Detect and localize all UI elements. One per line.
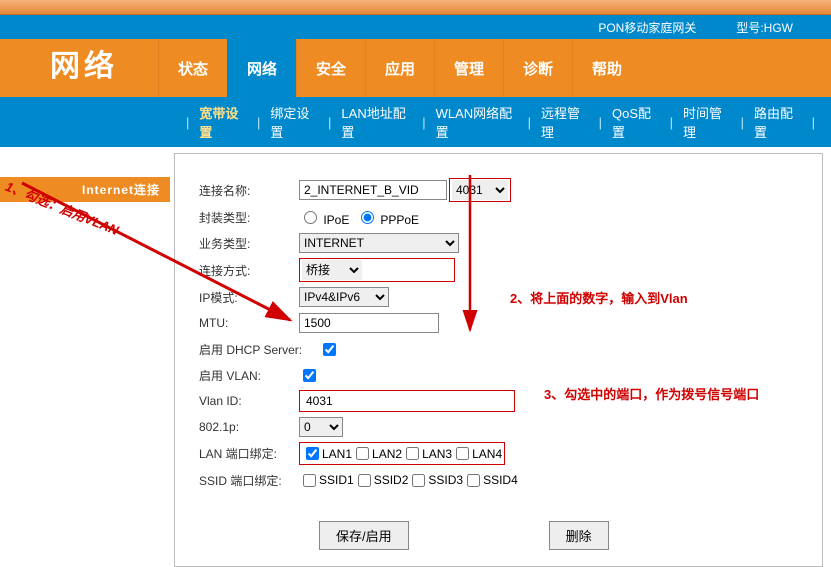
sub-nav: | 宽带设置| 绑定设置| LAN地址配置| WLAN网络配置| 远程管理| Q…: [0, 97, 831, 147]
radio-pppoe[interactable]: [361, 211, 374, 224]
subnav-time[interactable]: 时间管理: [683, 103, 731, 141]
lan1-text: LAN1: [322, 447, 352, 461]
label-biz: 业务类型:: [199, 235, 299, 252]
label-dot1p: 802.1p:: [199, 420, 299, 434]
save-button[interactable]: 保存/启用: [319, 521, 409, 550]
ssid2-text: SSID2: [374, 473, 409, 487]
label-mtu: MTU:: [199, 316, 299, 330]
ssid3-checkbox[interactable]: [412, 474, 425, 487]
radio-ipoe[interactable]: [304, 211, 317, 224]
tab-label: 状态: [178, 58, 208, 79]
device-title: PON移动家庭网关: [598, 19, 696, 36]
ssid4-text: SSID4: [483, 473, 518, 487]
tab-label: 帮助: [592, 58, 622, 79]
radio-ipoe-wrap[interactable]: IPoE: [299, 208, 349, 227]
label-dhcp: 启用 DHCP Server:: [199, 341, 319, 358]
radio-pppoe-wrap[interactable]: PPPoE: [356, 208, 419, 227]
top-info-bar: PON移动家庭网关 型号:HGW: [0, 15, 831, 39]
label-vlan-enable: 启用 VLAN:: [199, 367, 299, 384]
ssid4-checkbox[interactable]: [467, 474, 480, 487]
subnav-bind[interactable]: 绑定设置: [270, 103, 318, 141]
lan1-checkbox[interactable]: [306, 447, 319, 460]
mode-select[interactable]: 桥接: [302, 260, 362, 280]
mtu-input[interactable]: [299, 313, 439, 333]
tab-label: 应用: [385, 58, 415, 79]
ipmode-select[interactable]: IPv4&IPv6: [299, 287, 389, 307]
subnav-wlan[interactable]: WLAN网络配置: [436, 103, 518, 141]
delete-button[interactable]: 删除: [549, 521, 609, 550]
subnav-broadband[interactable]: 宽带设置: [199, 103, 247, 141]
label-encaps: 封装类型:: [199, 209, 299, 226]
label-conn-name: 连接名称:: [199, 182, 299, 199]
label-vlan-id: Vlan ID:: [199, 394, 299, 408]
tab-label: 安全: [316, 58, 346, 79]
conn-name-input[interactable]: [299, 180, 447, 200]
tab-label: 网络: [247, 58, 277, 79]
vlan-enable-checkbox[interactable]: [303, 369, 316, 382]
lan3-checkbox[interactable]: [406, 447, 419, 460]
side-tab-internet[interactable]: Internet连接: [0, 177, 170, 202]
tab-status[interactable]: 状态: [158, 39, 227, 97]
ssid1-checkbox[interactable]: [303, 474, 316, 487]
ssid1-text: SSID1: [319, 473, 354, 487]
subnav-qos[interactable]: QoS配置: [612, 103, 660, 141]
tab-label: 诊断: [523, 58, 553, 79]
main-nav: 网络 状态 网络 安全 应用 管理 诊断 帮助: [0, 39, 831, 97]
form-panel: 连接名称: 4031 封装类型: IPoE PPPoE 业务类型: INTERN…: [174, 153, 823, 567]
ssid3-text: SSID3: [428, 473, 463, 487]
dhcp-checkbox[interactable]: [323, 343, 336, 356]
vlan-id-input[interactable]: [302, 392, 430, 410]
label-ssid-bind: SSID 端口绑定:: [199, 472, 299, 489]
tab-security[interactable]: 安全: [296, 39, 365, 97]
tab-app[interactable]: 应用: [365, 39, 434, 97]
subnav-lan[interactable]: LAN地址配置: [341, 103, 412, 141]
conn-name-suffix-select[interactable]: 4031: [452, 180, 508, 200]
label-ipmode: IP模式:: [199, 289, 299, 306]
tab-label: 管理: [454, 58, 484, 79]
label-lan-bind: LAN 端口绑定:: [199, 445, 299, 462]
ssid2-checkbox[interactable]: [358, 474, 371, 487]
header-strip: [0, 0, 831, 15]
lan3-text: LAN3: [422, 447, 452, 461]
brand-title: 网络: [0, 41, 158, 95]
lan2-checkbox[interactable]: [356, 447, 369, 460]
dot1p-select[interactable]: 0: [299, 417, 343, 437]
subnav-route[interactable]: 路由配置: [754, 103, 802, 141]
radio-pppoe-text: PPPoE: [380, 213, 419, 227]
tab-network[interactable]: 网络: [227, 39, 296, 97]
label-mode: 连接方式:: [199, 262, 299, 279]
lan2-text: LAN2: [372, 447, 402, 461]
tab-manage[interactable]: 管理: [434, 39, 503, 97]
biz-select[interactable]: INTERNET: [299, 233, 459, 253]
radio-ipoe-text: IPoE: [323, 213, 349, 227]
lan4-text: LAN4: [472, 447, 502, 461]
subnav-remote[interactable]: 远程管理: [541, 103, 589, 141]
tab-diag[interactable]: 诊断: [503, 39, 572, 97]
device-model: 型号:HGW: [736, 19, 793, 36]
lan4-checkbox[interactable]: [456, 447, 469, 460]
tab-help[interactable]: 帮助: [572, 39, 641, 97]
